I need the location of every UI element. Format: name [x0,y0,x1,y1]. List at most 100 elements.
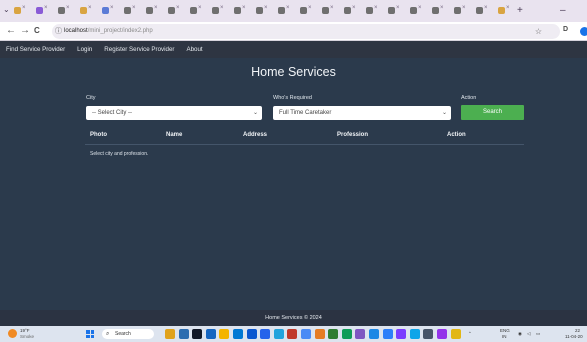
browser-tab[interactable]: × [234,3,247,19]
tab-close-icon[interactable]: × [286,5,290,11]
tab-close-icon[interactable]: × [110,5,114,11]
taskview-icon[interactable] [178,329,189,339]
nav-register-service-provider[interactable]: Register Service Provider [104,46,174,53]
browser-tab[interactable]: × [190,3,203,19]
tab-close-icon[interactable]: × [440,5,444,11]
tab-close-icon[interactable]: × [220,5,224,11]
tab-search-icon[interactable]: ⌄ [3,5,10,14]
tab-close-icon[interactable]: × [396,5,400,11]
app-icon[interactable] [314,329,325,339]
tray-chevron-icon[interactable]: ⌃ [468,331,472,337]
volume-icon[interactable]: ◁ [527,331,530,337]
clock-time[interactable]: 22 [575,328,580,333]
tab-close-icon[interactable]: × [22,5,26,11]
tab-close-icon[interactable]: × [66,5,70,11]
tab-favicon-icon [388,7,395,14]
app-icon[interactable] [341,329,352,339]
new-tab-button[interactable]: + [517,5,523,16]
app-icon[interactable] [437,329,447,339]
browser-tab[interactable]: × [36,3,49,19]
tab-close-icon[interactable]: × [506,5,510,11]
tab-close-icon[interactable]: × [484,5,488,11]
app-icon[interactable] [301,329,311,339]
url-host: localhost [64,28,88,34]
browser-tab[interactable]: × [388,3,401,19]
app-icon[interactable] [423,329,434,339]
browser-tab[interactable]: × [476,3,489,19]
edge-icon[interactable] [246,329,257,339]
tab-close-icon[interactable]: × [176,5,180,11]
teams-icon[interactable] [273,329,284,339]
docs-icon[interactable] [260,329,271,339]
taskbar-search[interactable]: ⌕ Search [102,329,154,339]
tab-close-icon[interactable]: × [242,5,246,11]
files-icon[interactable] [165,329,175,339]
tab-close-icon[interactable]: × [308,5,312,11]
browser-tab[interactable]: × [58,3,71,19]
browser-tab[interactable]: × [212,3,225,19]
tab-close-icon[interactable]: × [132,5,136,11]
browser-tab[interactable]: × [300,3,313,19]
browser-tab[interactable]: × [344,3,357,19]
browser-tab[interactable]: × [498,3,511,19]
tab-close-icon[interactable]: × [462,5,466,11]
chrome-icon[interactable] [233,329,243,339]
app-icon[interactable] [409,329,420,339]
browser-tab[interactable]: × [366,3,379,19]
reload-icon[interactable]: C [34,26,40,35]
tab-close-icon[interactable]: × [418,5,422,11]
weather-icon[interactable] [8,329,17,338]
battery-icon[interactable]: ▭ [536,331,540,337]
tab-close-icon[interactable]: × [198,5,202,11]
tab-favicon-icon [432,7,439,14]
app-icon[interactable] [369,329,379,339]
store-icon[interactable] [205,329,216,339]
back-icon[interactable]: ← [6,25,16,36]
tab-favicon-icon [454,7,461,14]
browser-tab[interactable]: × [80,3,93,19]
city-select[interactable]: -- Select City -- ⌄ [86,106,262,120]
tab-close-icon[interactable]: × [374,5,378,11]
nav-find-service-provider[interactable]: Find Service Provider [6,46,65,53]
vscode-icon[interactable] [355,329,366,339]
app-icon[interactable] [382,329,393,339]
site-info-icon[interactable]: ⓘ [55,24,62,39]
browser-tab[interactable]: × [102,3,115,19]
forward-icon[interactable]: → [20,25,30,36]
browser-tab[interactable]: × [256,3,269,19]
profile-avatar[interactable] [580,27,587,36]
browser-tab[interactable]: × [410,3,423,19]
who-required-select[interactable]: Full Time Caretaker ⌄ [273,106,451,120]
app-icon[interactable] [396,329,407,339]
browser-tab[interactable]: × [146,3,159,19]
browser-tab[interactable]: × [454,3,467,19]
browser-tab[interactable]: × [278,3,291,19]
app-icon[interactable] [287,329,298,339]
browser-tab[interactable]: × [322,3,335,19]
tab-close-icon[interactable]: × [88,5,92,11]
search-button[interactable]: Search [461,105,524,120]
browser-tab[interactable]: × [14,3,27,19]
language-code[interactable]: ENG [500,328,510,333]
tab-favicon-icon [256,7,263,14]
network-icon[interactable]: ◉ [518,331,522,337]
download-icon[interactable]: D [563,26,568,33]
bookmark-star-icon[interactable]: ☆ [535,24,542,39]
tab-close-icon[interactable]: × [44,5,48,11]
browser-tab[interactable]: × [432,3,445,19]
nav-about[interactable]: About [186,46,202,53]
explorer-icon[interactable] [219,329,230,339]
browser-tab[interactable]: × [168,3,181,19]
nav-login[interactable]: Login [77,46,92,53]
tab-close-icon[interactable]: × [330,5,334,11]
tab-close-icon[interactable]: × [352,5,356,11]
tab-close-icon[interactable]: × [154,5,158,11]
app-icon[interactable] [328,329,339,339]
media-icon[interactable] [192,329,203,339]
app-icon[interactable] [450,329,461,339]
tab-close-icon[interactable]: × [264,5,268,11]
browser-tab[interactable]: × [124,3,137,19]
windows-start-icon[interactable] [86,330,94,338]
address-bar[interactable]: ⓘ localhost/mini_project/index2.php ☆ [52,24,560,39]
minimize-button[interactable]: – [560,5,566,16]
